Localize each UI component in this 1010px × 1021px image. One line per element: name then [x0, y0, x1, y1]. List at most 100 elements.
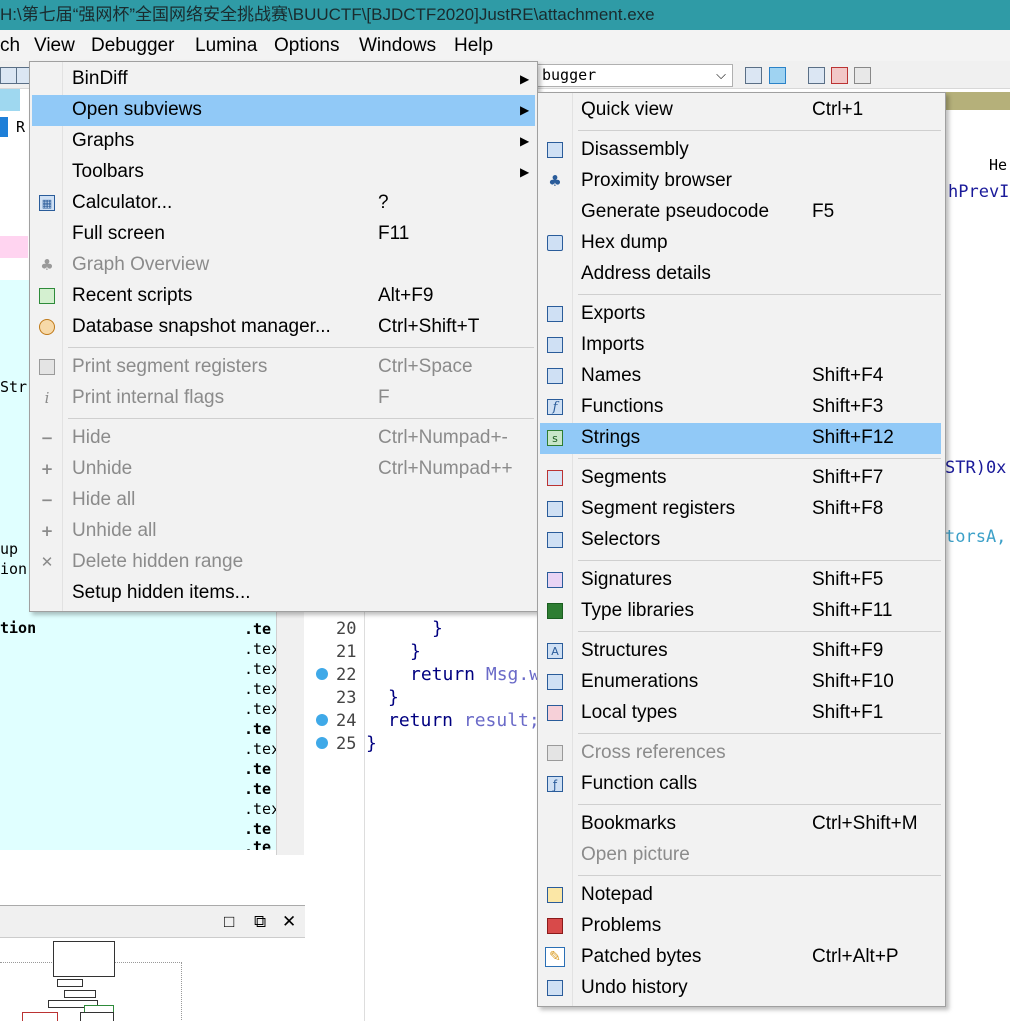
breakpoint-dot[interactable] [316, 668, 328, 680]
code-fragment: torsA, [945, 527, 1007, 547]
code-line[interactable]: } [410, 641, 421, 662]
menu-item-proximity-browser[interactable]: ♣ Proximity browser [540, 166, 941, 197]
menu-item-open-subviews[interactable]: Open subviews ▶ [32, 95, 535, 126]
code-line[interactable]: } [388, 687, 399, 708]
menu-item-label: Patched bytes [581, 946, 702, 967]
menu-separator [68, 418, 534, 419]
line-number: 25 [336, 734, 357, 754]
menu-item-label: Exports [581, 303, 646, 324]
pane-tab-strip [940, 92, 1010, 110]
menu-item-database-snapshot-manager[interactable]: Database snapshot manager... Ctrl+Shift+… [32, 312, 535, 343]
menu-item-unhide-all[interactable]: + Unhide all [32, 516, 535, 547]
menu-item-bindiff[interactable]: BinDiff ▶ [32, 64, 535, 95]
menu-item-label: Graphs [72, 130, 135, 151]
menu-separator [578, 130, 941, 131]
segment-cell: .tex [244, 740, 281, 758]
menu-item-calculator[interactable]: ▦ Calculator... ? [32, 188, 535, 219]
code-line[interactable]: } [366, 733, 377, 754]
menu-item-exports[interactable]: Exports [540, 299, 941, 330]
function-name-fragment: tion [0, 619, 37, 637]
menu-item-disassembly[interactable]: Disassembly [540, 135, 941, 166]
menu-item-generate-pseudocode[interactable]: Generate pseudocode F5 [540, 197, 941, 228]
menu-debugger[interactable]: Debugger [91, 30, 174, 61]
run-icon[interactable] [769, 67, 786, 84]
submenu-arrow-icon: ▶ [520, 134, 530, 148]
menu-item-notepad[interactable]: Notepad [540, 880, 941, 911]
open-subviews-menu: Quick view Ctrl+1 Disassembly ♣ Proximit… [537, 92, 946, 1007]
menu-view[interactable]: View [34, 30, 75, 61]
float-icon[interactable]: ⧉ [254, 912, 266, 932]
menu-item-imports[interactable]: Imports [540, 330, 941, 361]
menu-item-problems[interactable]: Problems [540, 911, 941, 942]
code-line[interactable]: return result; [388, 710, 540, 731]
toolbar-icon[interactable] [0, 67, 17, 84]
tools-icon[interactable] [854, 67, 871, 84]
menu-item-segments[interactable]: Segments Shift+F7 [540, 463, 941, 494]
code-line[interactable]: return Msg.w [410, 664, 540, 685]
menu-separator [578, 631, 941, 632]
menu-item-print-segment-registers[interactable]: Print segment registers Ctrl+Space [32, 352, 535, 383]
menu-item-structures[interactable]: A Structures Shift+F9 [540, 636, 941, 667]
pane-header-fragment: R [16, 118, 26, 136]
menu-item-quick-view[interactable]: Quick view Ctrl+1 [540, 95, 941, 126]
code-line[interactable]: } [432, 618, 443, 639]
menu-item-shortcut: Ctrl+Space [378, 356, 473, 377]
menu-item-graphs[interactable]: Graphs ▶ [32, 126, 535, 157]
menu-item-full-screen[interactable]: Full screen F11 [32, 219, 535, 250]
menu-item-recent-scripts[interactable]: Recent scripts Alt+F9 [32, 281, 535, 312]
menu-item-cross-references[interactable]: Cross references [540, 738, 941, 769]
breakpoint-dot[interactable] [316, 737, 328, 749]
menu-item-functions[interactable]: f Functions Shift+F3 [540, 392, 941, 423]
menu-item-patched-bytes[interactable]: ✎ Patched bytes Ctrl+Alt+P [540, 942, 941, 973]
menu-item-address-details[interactable]: Address details [540, 259, 941, 290]
code-fragment: hPrevI [948, 182, 1010, 202]
maximize-icon[interactable]: □ [224, 912, 234, 932]
menu-item-label: Problems [581, 915, 662, 936]
breakpoint-dot[interactable] [316, 714, 328, 726]
menu-item-signatures[interactable]: Signatures Shift+F5 [540, 565, 941, 596]
menu-item-shortcut: Shift+F3 [812, 396, 884, 417]
menu-item-open-picture[interactable]: Open picture [540, 840, 941, 871]
menu-item-label: Generate pseudocode [581, 201, 770, 222]
menu-item-hex-dump[interactable]: Hex dump [540, 228, 941, 259]
menu-item-selectors[interactable]: Selectors [540, 525, 941, 556]
menu-item-bookmarks[interactable]: Bookmarks Ctrl+Shift+M [540, 809, 941, 840]
menu-item-delete-hidden-range[interactable]: ✕ Delete hidden range [32, 547, 535, 578]
menu-item-hide-all[interactable]: − Hide all [32, 485, 535, 516]
menu-help[interactable]: Help [454, 30, 493, 61]
segment-cell: .te [244, 780, 272, 798]
menu-search[interactable]: ch [0, 30, 20, 61]
minus-icon: − [40, 491, 54, 509]
debugger-select[interactable]: bugger ⌵ [537, 64, 733, 87]
segment-registers-icon [547, 501, 563, 517]
menu-item-names[interactable]: Names Shift+F4 [540, 361, 941, 392]
menu-item-strings[interactable]: s Strings Shift+F12 [540, 423, 941, 454]
code-keyword: return [388, 710, 464, 731]
menu-item-function-calls[interactable]: ƒ Function calls [540, 769, 941, 800]
menu-item-undo-history[interactable]: Undo history [540, 973, 941, 1004]
menu-separator [578, 458, 941, 459]
menu-item-label: Segments [581, 467, 667, 488]
function-name-fragment: ion [0, 560, 28, 578]
settings-icon[interactable] [808, 67, 825, 84]
menu-item-segment-registers[interactable]: Segment registers Shift+F8 [540, 494, 941, 525]
menu-item-setup-hidden-items[interactable]: Setup hidden items... [32, 578, 535, 609]
menu-item-hide[interactable]: − Hide Ctrl+Numpad+- [32, 423, 535, 454]
attach-process-icon[interactable] [745, 67, 762, 84]
menu-windows[interactable]: Windows [359, 30, 436, 61]
menu-item-print-internal-flags[interactable]: i Print internal flags F [32, 383, 535, 414]
menu-item-graph-overview[interactable]: ♣ Graph Overview [32, 250, 535, 281]
menu-item-unhide[interactable]: + Unhide Ctrl+Numpad++ [32, 454, 535, 485]
close-icon[interactable]: ✕ [282, 912, 296, 932]
menu-item-label: Full screen [72, 223, 165, 244]
graph-overview-pane[interactable]: □ ⧉ ✕ [0, 905, 305, 1021]
menu-item-local-types[interactable]: Local types Shift+F1 [540, 698, 941, 729]
breakpoint-icon[interactable] [831, 67, 848, 84]
menu-lumina[interactable]: Lumina [195, 30, 257, 61]
menu-item-toolbars[interactable]: Toolbars ▶ [32, 157, 535, 188]
menu-item-label: Unhide [72, 458, 133, 479]
menu-options[interactable]: Options [274, 30, 339, 61]
menu-item-type-libraries[interactable]: Type libraries Shift+F11 [540, 596, 941, 627]
menu-item-enumerations[interactable]: Enumerations Shift+F10 [540, 667, 941, 698]
local-types-icon [547, 705, 563, 721]
